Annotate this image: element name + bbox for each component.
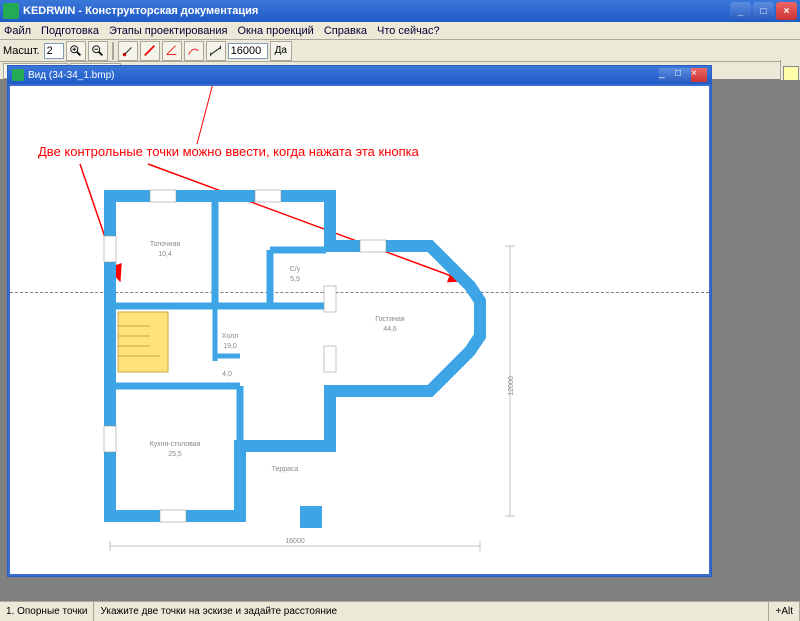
menu-file[interactable]: Файл xyxy=(4,25,31,37)
tool-point-button[interactable] xyxy=(118,41,138,61)
app-title: KEDRWIN - Конструкторская документация xyxy=(23,5,728,17)
floor-plan: Топочная 10,4 С/у 5,9 Холл 19,0 Гостиная… xyxy=(100,186,540,556)
svg-text:16000: 16000 xyxy=(285,538,305,545)
svg-text:10,4: 10,4 xyxy=(158,251,172,258)
mdi-workspace: Вид (34-34_1.bmp) _ □ × Две контрольные … xyxy=(0,80,800,601)
status-seg-1: 1. Опорные точки xyxy=(0,602,94,621)
main-titlebar: KEDRWIN - Конструкторская документация _… xyxy=(0,0,800,22)
child-titlebar: Вид (34-34_1.bmp) _ □ × xyxy=(8,66,711,84)
tool-angle-button[interactable] xyxy=(162,41,182,61)
menu-help[interactable]: Справка xyxy=(324,25,367,37)
maximize-button[interactable]: □ xyxy=(753,2,774,20)
svg-text:44,6: 44,6 xyxy=(383,326,397,333)
menu-prep[interactable]: Подготовка xyxy=(41,25,99,37)
svg-text:5,9: 5,9 xyxy=(290,276,300,283)
minimize-button[interactable]: _ xyxy=(730,2,751,20)
statusbar: 1. Опорные точки Укажите две точки на эс… xyxy=(0,601,800,621)
menu-whatnow[interactable]: Что сейчас? xyxy=(377,25,440,37)
tool-arc-button[interactable] xyxy=(184,41,204,61)
child-title: Вид (34-34_1.bmp) xyxy=(28,70,659,81)
svg-text:12000: 12000 xyxy=(508,376,515,396)
svg-text:Холл: Холл xyxy=(222,333,239,340)
svg-text:19,0: 19,0 xyxy=(223,343,237,350)
app-icon xyxy=(3,3,19,19)
annotation-text: Две контрольные точки можно ввести, когд… xyxy=(38,144,419,159)
svg-text:Терраса: Терраса xyxy=(272,466,299,473)
svg-text:С/у: С/у xyxy=(290,266,301,273)
status-seg-2: Укажите две точки на эскизе и задайте ра… xyxy=(94,602,769,621)
zoom-in-button[interactable] xyxy=(66,41,86,61)
child-icon xyxy=(12,69,24,81)
toolbar-main: Масшт. Да xyxy=(0,40,800,62)
da-button[interactable]: Да xyxy=(270,41,292,61)
distance-input[interactable] xyxy=(228,43,268,59)
close-button[interactable]: × xyxy=(776,2,797,20)
child-minimize-button[interactable]: _ xyxy=(659,68,675,82)
status-seg-3: +Alt xyxy=(769,602,800,621)
svg-text:4,0: 4,0 xyxy=(222,371,232,378)
tool-line-button[interactable] xyxy=(140,41,160,61)
scale-input[interactable] xyxy=(44,43,64,59)
menu-stages[interactable]: Этапы проектирования xyxy=(109,25,228,37)
child-maximize-button[interactable]: □ xyxy=(675,68,691,82)
separator xyxy=(112,42,114,60)
child-close-button[interactable]: × xyxy=(691,68,707,82)
menu-windows[interactable]: Окна проекций xyxy=(238,25,314,37)
svg-text:Гостиная: Гостиная xyxy=(375,316,405,323)
drawing-canvas[interactable]: Две контрольные точки можно ввести, когд… xyxy=(8,84,711,576)
child-window: Вид (34-34_1.bmp) _ □ × Две контрольные … xyxy=(7,65,712,577)
svg-text:Топочная: Топочная xyxy=(150,241,181,248)
zoom-out-button[interactable] xyxy=(88,41,108,61)
svg-text:25,5: 25,5 xyxy=(168,451,182,458)
menubar: Файл Подготовка Этапы проектирования Окн… xyxy=(0,22,800,40)
tool-measure-button[interactable] xyxy=(206,41,226,61)
svg-text:Кухня-столовая: Кухня-столовая xyxy=(150,441,201,448)
scale-label: Масшт. xyxy=(3,45,40,57)
